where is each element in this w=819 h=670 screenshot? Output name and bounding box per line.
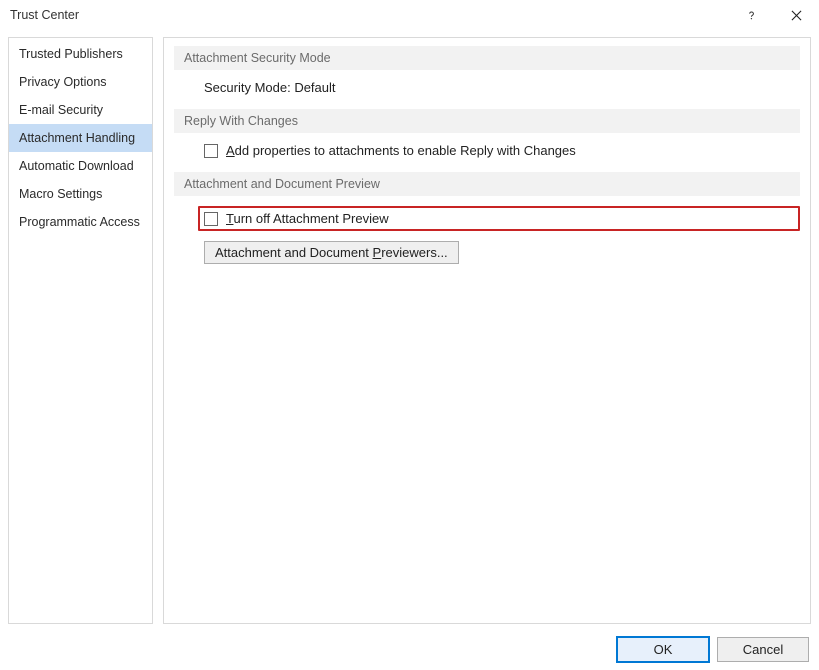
sidebar-item-label: Attachment Handling xyxy=(19,131,135,145)
sidebar: Trusted Publishers Privacy Options E-mai… xyxy=(8,37,153,624)
sidebar-item-trusted-publishers[interactable]: Trusted Publishers xyxy=(9,40,152,68)
section-body-reply: Add properties to attachments to enable … xyxy=(174,133,800,172)
close-icon xyxy=(791,10,802,21)
section-body-preview: Turn off Attachment Preview Attachment a… xyxy=(174,196,800,278)
checkbox-add-properties[interactable]: Add properties to attachments to enable … xyxy=(204,143,576,158)
trust-center-window: Trust Center Trusted Publishers Privacy … xyxy=(0,0,819,670)
sidebar-item-label: Privacy Options xyxy=(19,75,107,89)
help-icon xyxy=(746,10,757,21)
sidebar-item-programmatic-access[interactable]: Programmatic Access xyxy=(9,208,152,236)
ok-button[interactable]: OK xyxy=(617,637,709,662)
checkbox-turn-off-preview-input[interactable] xyxy=(204,212,218,226)
checkbox-add-properties-label: Add properties to attachments to enable … xyxy=(226,143,576,158)
sidebar-item-label: Automatic Download xyxy=(19,159,134,173)
previewers-button[interactable]: Attachment and Document Previewers... xyxy=(204,241,459,264)
close-button[interactable] xyxy=(774,0,819,30)
section-header-security-mode: Attachment Security Mode xyxy=(174,46,800,70)
sidebar-item-label: Trusted Publishers xyxy=(19,47,123,61)
dialog-footer: OK Cancel xyxy=(0,628,819,670)
highlight-turn-off-preview: Turn off Attachment Preview xyxy=(198,206,800,231)
dialog-body: Trusted Publishers Privacy Options E-mai… xyxy=(0,31,819,628)
titlebar: Trust Center xyxy=(0,0,819,31)
section-header-preview: Attachment and Document Preview xyxy=(174,172,800,196)
checkbox-turn-off-preview-label: Turn off Attachment Preview xyxy=(226,211,389,226)
sidebar-item-label: E-mail Security xyxy=(19,103,103,117)
checkbox-turn-off-preview[interactable]: Turn off Attachment Preview xyxy=(204,211,389,226)
sidebar-item-email-security[interactable]: E-mail Security xyxy=(9,96,152,124)
cancel-button[interactable]: Cancel xyxy=(717,637,809,662)
main-panel: Attachment Security Mode Security Mode: … xyxy=(163,37,811,624)
sidebar-item-macro-settings[interactable]: Macro Settings xyxy=(9,180,152,208)
checkbox-add-properties-input[interactable] xyxy=(204,144,218,158)
sidebar-item-label: Macro Settings xyxy=(19,187,102,201)
sidebar-item-attachment-handling[interactable]: Attachment Handling xyxy=(9,124,152,152)
section-header-reply: Reply With Changes xyxy=(174,109,800,133)
sidebar-item-privacy-options[interactable]: Privacy Options xyxy=(9,68,152,96)
sidebar-item-automatic-download[interactable]: Automatic Download xyxy=(9,152,152,180)
section-body-security-mode: Security Mode: Default xyxy=(174,70,800,109)
sidebar-item-label: Programmatic Access xyxy=(19,215,140,229)
security-mode-value: Security Mode: Default xyxy=(204,80,800,95)
help-button[interactable] xyxy=(729,0,774,30)
window-title: Trust Center xyxy=(10,8,79,22)
